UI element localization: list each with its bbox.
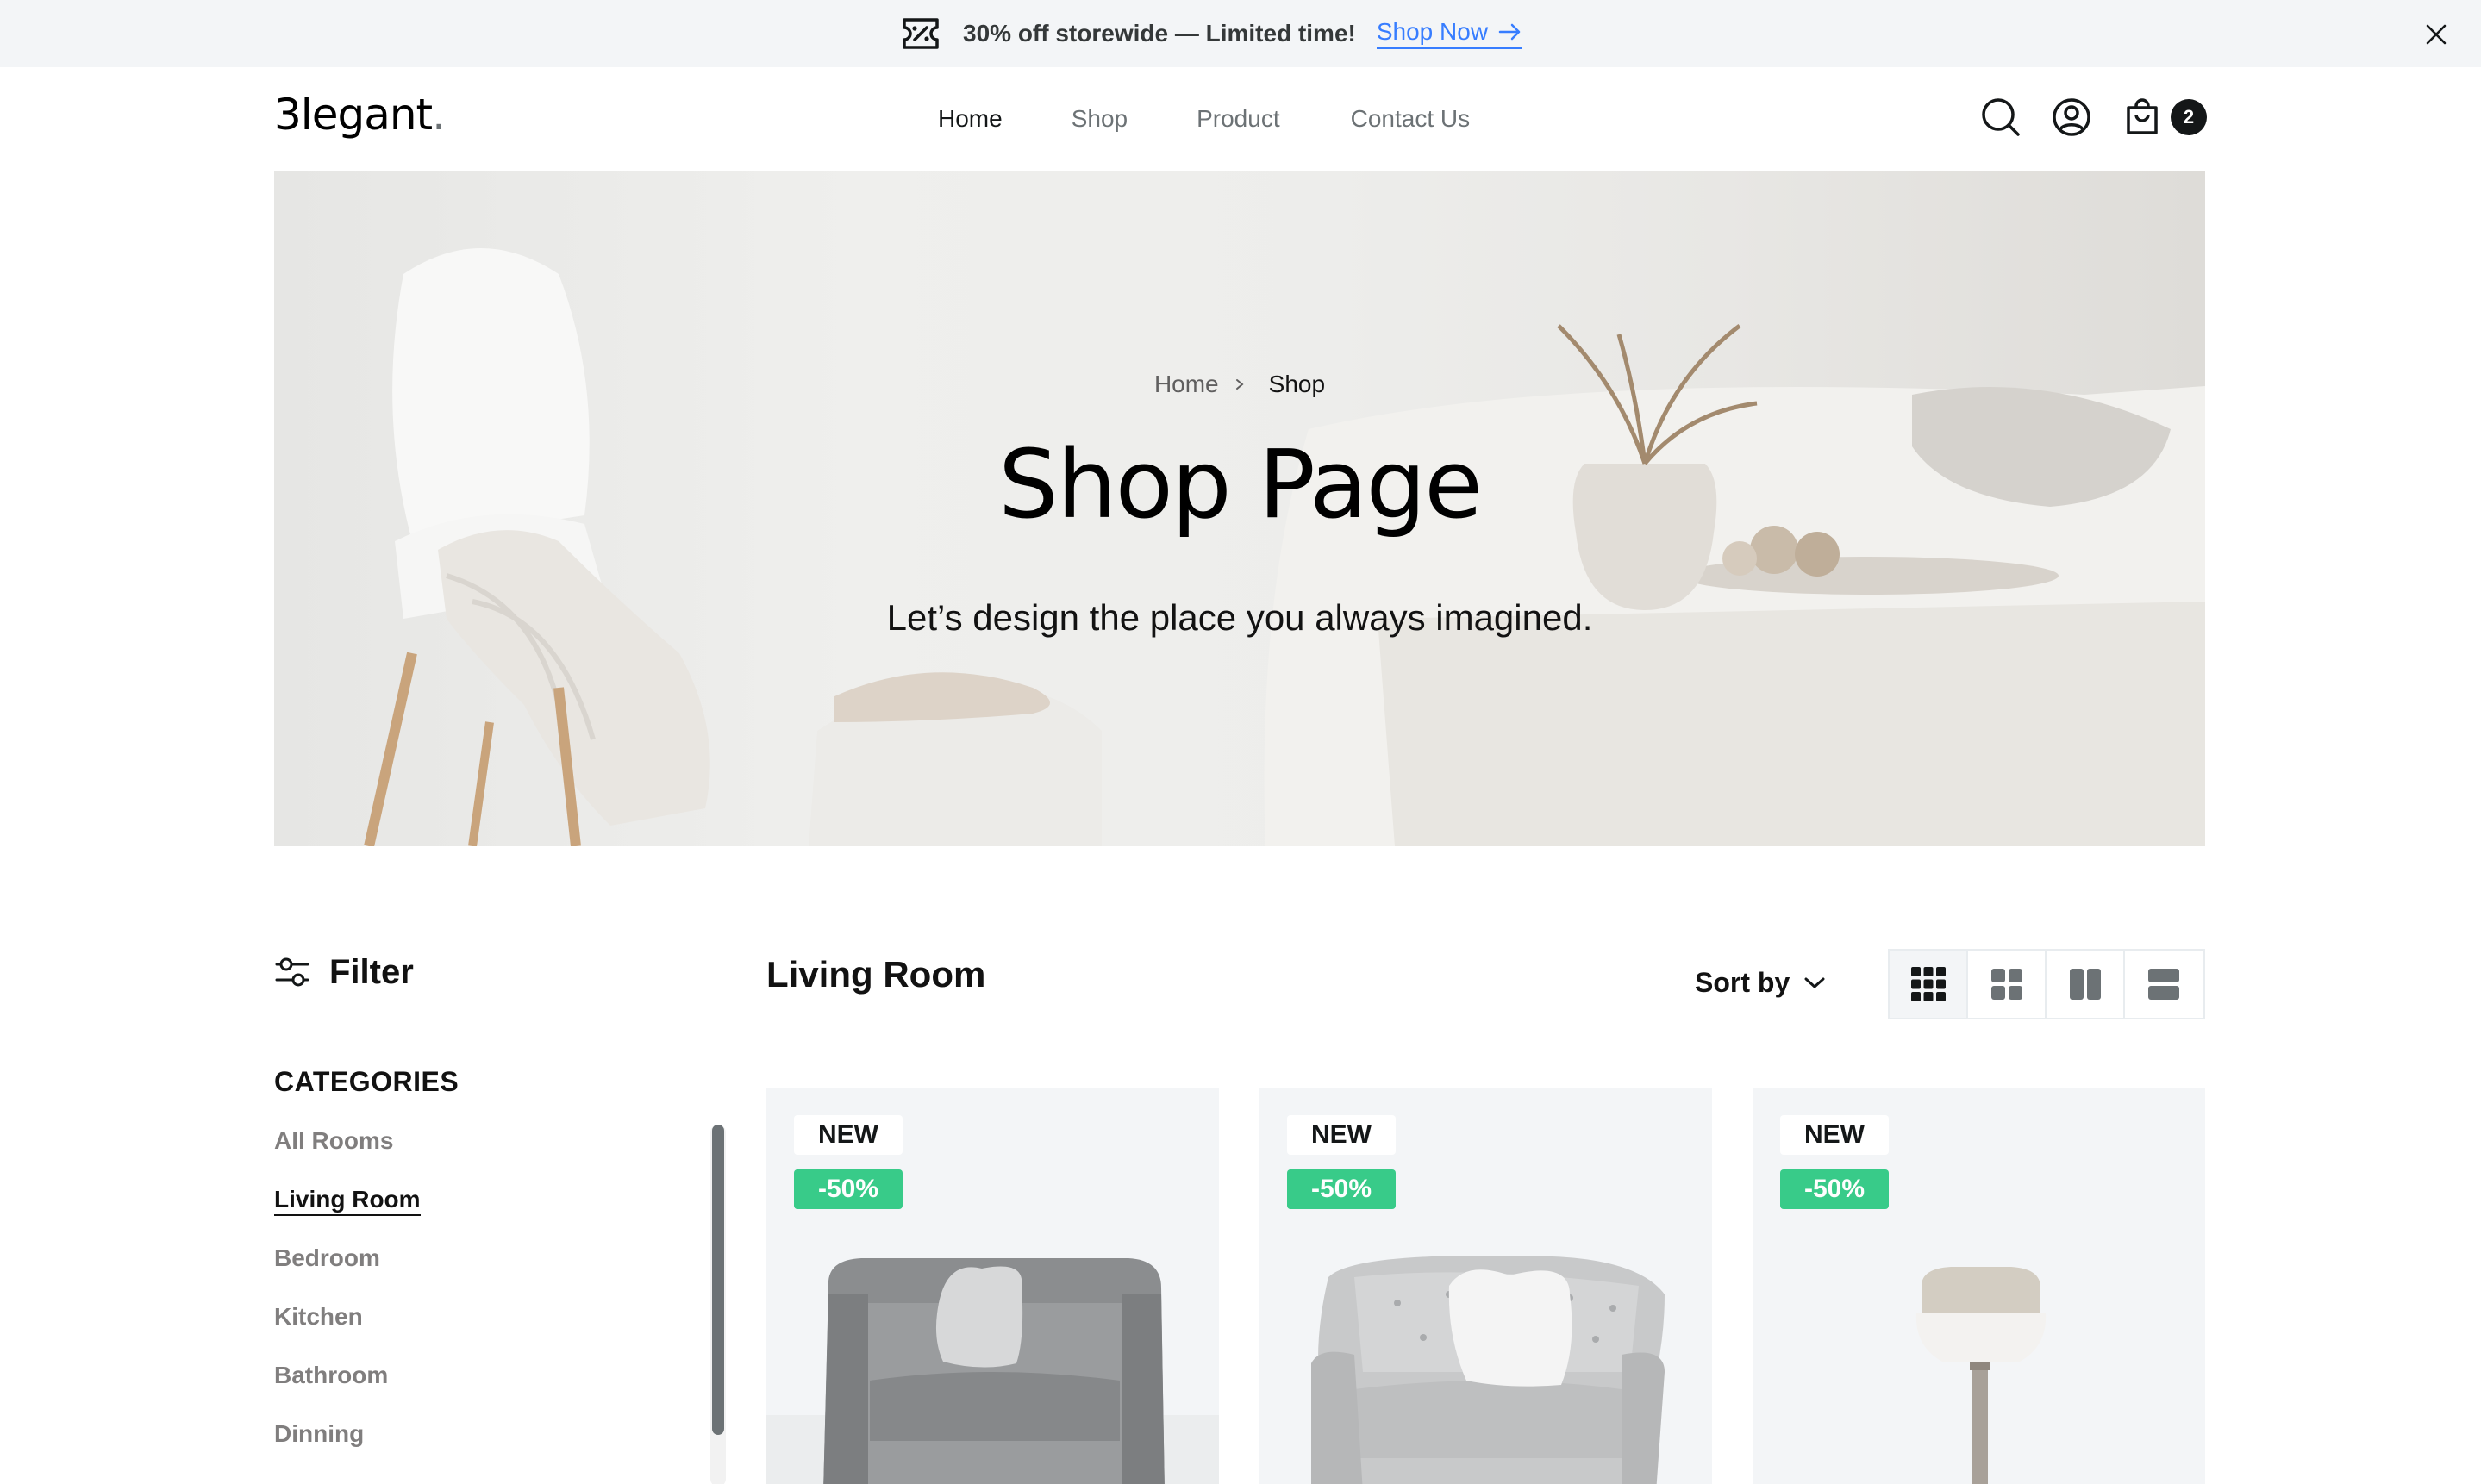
category-label: Living Room <box>274 1186 421 1216</box>
grid-2x2-view-button[interactable] <box>1968 951 2047 1018</box>
category-label: Kitchen <box>274 1303 363 1330</box>
new-badge: NEW <box>1780 1115 1889 1155</box>
new-badge: NEW <box>1287 1115 1396 1155</box>
hero-banner: Home Shop Shop Page Let’s design the pla… <box>274 171 2205 846</box>
shop-now-label: Shop Now <box>1376 18 1489 45</box>
page-subtitle: Let’s design the place you always imagin… <box>886 597 1593 638</box>
arrow-right-icon <box>1498 22 1522 41</box>
discount-badge: -50% <box>794 1169 903 1209</box>
promo-bar: 30% off storewide — Limited time! Shop N… <box>0 0 2481 67</box>
category-label: Dinning <box>274 1420 365 1447</box>
chevron-right-icon <box>1234 377 1245 391</box>
product-card[interactable]: NEW -50% <box>1259 1088 1712 1484</box>
breadcrumb-current: Shop <box>1268 371 1326 397</box>
columns-view-button[interactable] <box>2047 951 2125 1018</box>
sort-dropdown[interactable]: Sort by <box>1695 967 1826 999</box>
category-bathroom[interactable]: Bathroom <box>274 1362 421 1420</box>
scrollbar-thumb[interactable] <box>712 1125 724 1435</box>
view-toggle-group <box>1888 949 2205 1019</box>
product-card[interactable]: NEW -50% <box>766 1088 1219 1484</box>
category-label: Bathroom <box>274 1362 389 1388</box>
filter-sliders-icon <box>274 952 314 992</box>
rows-view-button[interactable] <box>2125 951 2203 1018</box>
discount-badge: -50% <box>1780 1169 1890 1209</box>
nav-actions: 2 <box>1979 96 2207 139</box>
category-all-rooms[interactable]: All Rooms <box>274 1127 421 1186</box>
grid-3x3-icon <box>1910 967 1946 1001</box>
page-title: Shop Page <box>998 429 1483 539</box>
main-nav: 3legant. Home Shop Product Contact Us 2 <box>0 67 2481 171</box>
category-label: Bedroom <box>274 1244 380 1271</box>
nav-item-product[interactable]: Product <box>1197 105 1280 133</box>
search-icon[interactable] <box>1979 96 2022 139</box>
nav-item-contact-us[interactable]: Contact Us <box>1351 105 1471 133</box>
nav-menu: Home Shop Product Contact Us <box>938 105 1470 133</box>
logo[interactable]: 3legant. <box>274 90 446 140</box>
shop-now-link[interactable]: Shop Now <box>1376 18 1523 49</box>
columns-icon <box>2069 969 2101 1000</box>
new-badge: NEW <box>794 1115 903 1155</box>
logo-dot: . <box>432 90 446 140</box>
logo-text: 3legant <box>274 90 433 140</box>
breadcrumb: Home Shop <box>274 371 2205 398</box>
shopping-bag-icon[interactable] <box>2121 96 2164 139</box>
nav-item-home[interactable]: Home <box>938 105 1003 133</box>
product-card[interactable]: NEW -50% <box>1753 1088 2205 1484</box>
ticket-percent-icon <box>901 15 941 53</box>
category-living-room[interactable]: Living Room <box>274 1186 421 1244</box>
grid-3x3-view-button[interactable] <box>1890 951 1968 1018</box>
section-title: Living Room <box>766 954 986 995</box>
category-label: All Rooms <box>274 1127 394 1154</box>
nav-item-shop[interactable]: Shop <box>1072 105 1128 133</box>
grid-2x2-icon <box>1990 969 2022 1000</box>
breadcrumb-home[interactable]: Home <box>1154 371 1219 398</box>
cart-count-badge: 2 <box>2171 99 2207 135</box>
rows-icon <box>2148 969 2180 1000</box>
chevron-down-icon <box>1803 976 1826 990</box>
sort-label: Sort by <box>1695 967 1790 998</box>
category-dinning[interactable]: Dinning <box>274 1420 421 1479</box>
promo-text: 30% off storewide — Limited time! <box>963 20 1356 47</box>
category-list: All Rooms Living Room Bedroom Kitchen Ba… <box>274 1127 421 1479</box>
category-bedroom[interactable]: Bedroom <box>274 1244 421 1303</box>
discount-badge: -50% <box>1287 1169 1397 1209</box>
category-kitchen[interactable]: Kitchen <box>274 1303 421 1362</box>
categories-heading: CATEGORIES <box>274 1066 459 1097</box>
filter-label: Filter <box>329 952 414 991</box>
filter-header[interactable]: Filter <box>274 952 414 992</box>
user-icon[interactable] <box>2050 96 2093 139</box>
promo-content: 30% off storewide — Limited time! Shop N… <box>901 15 1523 53</box>
category-scrollbar[interactable] <box>710 1125 726 1484</box>
close-icon[interactable] <box>2419 17 2453 52</box>
